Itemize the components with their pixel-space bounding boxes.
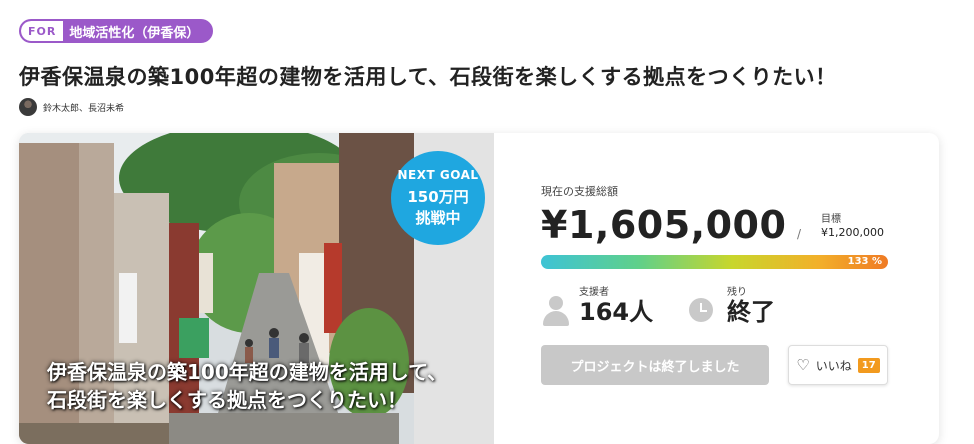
like-button[interactable]: ♡ いいね 17 — [788, 345, 888, 385]
funding-stats: 現在の支援総額 ¥1,605,000 / 目標 ¥1,200,000 133 %… — [541, 133, 921, 444]
authors[interactable]: 鈴木太郎、長沼未希 — [19, 98, 124, 116]
heart-icon: ♡ — [796, 355, 810, 374]
progress-bar: 133 % — [541, 255, 888, 269]
target-amount: ¥1,200,000 — [821, 226, 884, 239]
person-icon — [541, 294, 571, 326]
like-label: いいね — [815, 358, 852, 373]
hero-image: NEXT GOAL 150万円 挑戦中 伊香保温泉の築100年超の建物を活用して… — [19, 133, 494, 444]
author-names[interactable]: 鈴木太郎、長沼未希 — [43, 101, 124, 114]
progress-percent: 133 % — [847, 256, 882, 267]
tag-prefix: FOR — [21, 21, 64, 41]
goal-badge-line1: NEXT GOAL — [397, 168, 479, 182]
goal-badge-line3: 挑戦中 — [415, 209, 461, 227]
hero-caption-line2: 石段街を楽しくする拠点をつくりたい！ — [47, 388, 407, 412]
hero-caption-line1: 伊香保温泉の築100年超の建物を活用して、 — [47, 360, 448, 384]
backers-stat: 支援者 164人 — [541, 283, 653, 326]
like-count: 17 — [857, 357, 880, 373]
backers-label: 支援者 — [579, 287, 609, 298]
target-label: 目標 — [821, 214, 841, 225]
remaining-label: 残り — [727, 287, 747, 298]
project-card: NEXT GOAL 150万円 挑戦中 伊香保温泉の築100年超の建物を活用して… — [19, 133, 939, 444]
backers-value: 164人 — [579, 298, 654, 326]
project-ended-button[interactable]: プロジェクトは終了しました — [541, 345, 769, 385]
clock-icon — [689, 298, 713, 322]
tag-label: 地域活性化（伊香保） — [69, 25, 200, 41]
hero-caption: 伊香保温泉の築100年超の建物を活用して、 石段街を楽しくする拠点をつくりたい！ — [47, 358, 447, 414]
remaining-stat: 残り 終了 — [689, 283, 775, 326]
current-amount-label: 現在の支援総額 — [541, 185, 618, 198]
remaining-value: 終了 — [727, 298, 775, 326]
category-tag[interactable]: FOR 地域活性化（伊香保） — [19, 19, 214, 43]
next-goal-badge: NEXT GOAL 150万円 挑戦中 — [391, 151, 485, 245]
current-amount: ¥1,605,000 — [541, 203, 787, 247]
project-title: 伊香保温泉の築100年超の建物を活用して、石段街を楽しくする拠点をつくりたい！ — [19, 65, 837, 89]
amount-separator: / — [797, 227, 802, 241]
goal-badge-line2: 150万円 — [407, 188, 469, 206]
avatar[interactable] — [19, 98, 37, 116]
